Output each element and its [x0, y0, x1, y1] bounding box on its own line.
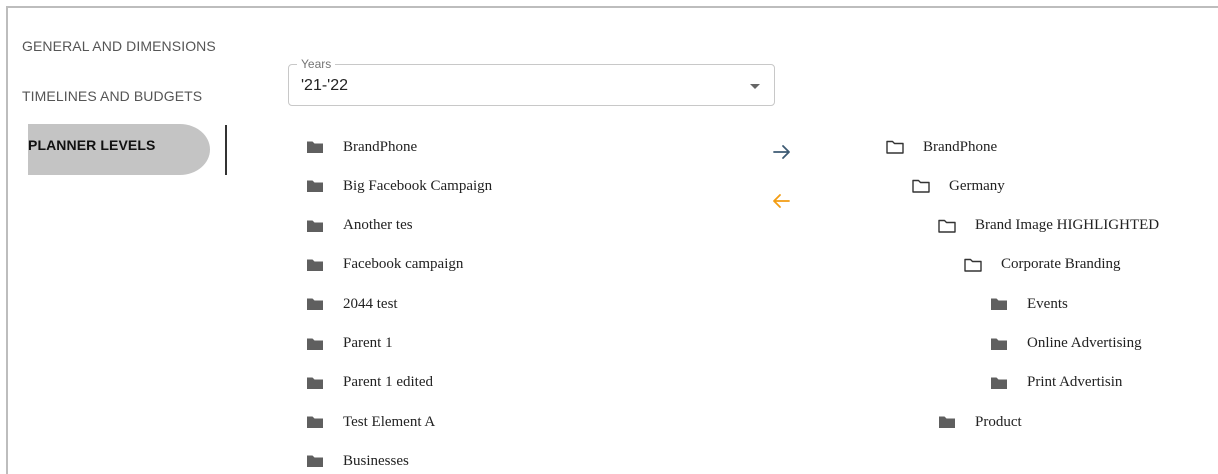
folder-filled-icon	[307, 141, 323, 153]
folder-label: Parent 1	[343, 335, 393, 351]
folder-filled-icon	[307, 259, 323, 271]
folder-label: Print Advertisin	[1027, 374, 1123, 391]
folder-outline-icon	[964, 258, 982, 272]
tree-item[interactable]: Germany	[912, 173, 1005, 199]
tree-item[interactable]: BrandPhone	[886, 134, 997, 160]
folder-filled-icon	[991, 338, 1007, 350]
nav-item-timelines-and-budgets[interactable]: TIMELINES AND BUDGETS	[22, 88, 202, 104]
available-list-item[interactable]: Businesses	[306, 448, 409, 474]
available-list-item[interactable]: Big Facebook Campaign	[306, 173, 492, 199]
folder-filled-icon	[991, 377, 1007, 389]
folder-filled-icon	[307, 455, 323, 468]
folder-label: BrandPhone	[923, 138, 998, 155]
nav-item-general-and-dimensions[interactable]: GENERAL AND DIMENSIONS	[22, 38, 216, 54]
folder-label: Product	[975, 413, 1022, 430]
nav-active-indicator	[225, 125, 227, 175]
folder-label: Big Facebook Campaign	[343, 177, 493, 194]
chevron-down-icon[interactable]	[750, 84, 760, 89]
available-list-item[interactable]: Parent 1 edited	[306, 370, 433, 396]
nav-item-planner-levels[interactable]: PLANNER LEVELS	[28, 137, 155, 153]
years-select[interactable]: Years '21-'22	[288, 57, 775, 106]
available-list-item[interactable]: Test Element A	[306, 409, 435, 435]
available-list-item[interactable]: BrandPhone	[306, 134, 417, 160]
available-list-item[interactable]: 2044 test	[306, 291, 398, 317]
folder-outline-icon	[912, 180, 930, 193]
years-select-label: Years	[297, 57, 336, 71]
folder-label: Corporate Branding	[1001, 256, 1121, 273]
folder-filled-icon	[991, 298, 1007, 311]
available-list-item[interactable]: Parent 1	[306, 331, 393, 357]
folder-label: Brand Image HIGHLIGHTED	[975, 217, 1160, 234]
folder-filled-icon	[939, 416, 955, 429]
tree-item[interactable]: Print Advertisin	[990, 370, 1122, 396]
folder-outline-icon	[886, 140, 904, 154]
folder-filled-icon	[307, 338, 323, 350]
folder-label: Events	[1027, 295, 1068, 312]
folder-label: BrandPhone	[343, 138, 418, 155]
available-list-item[interactable]: Another tes	[306, 213, 413, 239]
folder-filled-icon	[307, 377, 323, 389]
tree-item[interactable]: Product	[938, 409, 1022, 435]
folder-label: Test Element A	[343, 413, 436, 430]
folder-label: Facebook campaign	[343, 256, 464, 273]
tree-item[interactable]: Brand Image HIGHLIGHTED	[938, 213, 1159, 239]
arrow-right-icon[interactable]	[772, 144, 792, 160]
folder-label: 2044 test	[343, 295, 398, 312]
folder-label: Germany	[949, 177, 1005, 194]
folder-filled-icon	[307, 220, 323, 232]
available-list-item[interactable]: Facebook campaign	[306, 252, 463, 278]
tree-item[interactable]: Corporate Branding	[964, 252, 1121, 278]
folder-label: Parent 1 edited	[343, 374, 433, 391]
tree-item[interactable]: Events	[990, 291, 1068, 317]
tree-item[interactable]: Online Advertising	[990, 331, 1142, 357]
folder-label: Online Advertising	[1027, 335, 1142, 351]
arrow-left-icon[interactable]	[771, 193, 791, 209]
folder-filled-icon	[307, 416, 323, 429]
folder-label: Businesses	[343, 452, 409, 469]
folder-label: Another tes	[343, 217, 413, 234]
folder-outline-icon	[938, 219, 956, 233]
folder-filled-icon	[307, 298, 323, 311]
folder-filled-icon	[307, 180, 323, 193]
years-select-value: '21-'22	[301, 77, 349, 94]
